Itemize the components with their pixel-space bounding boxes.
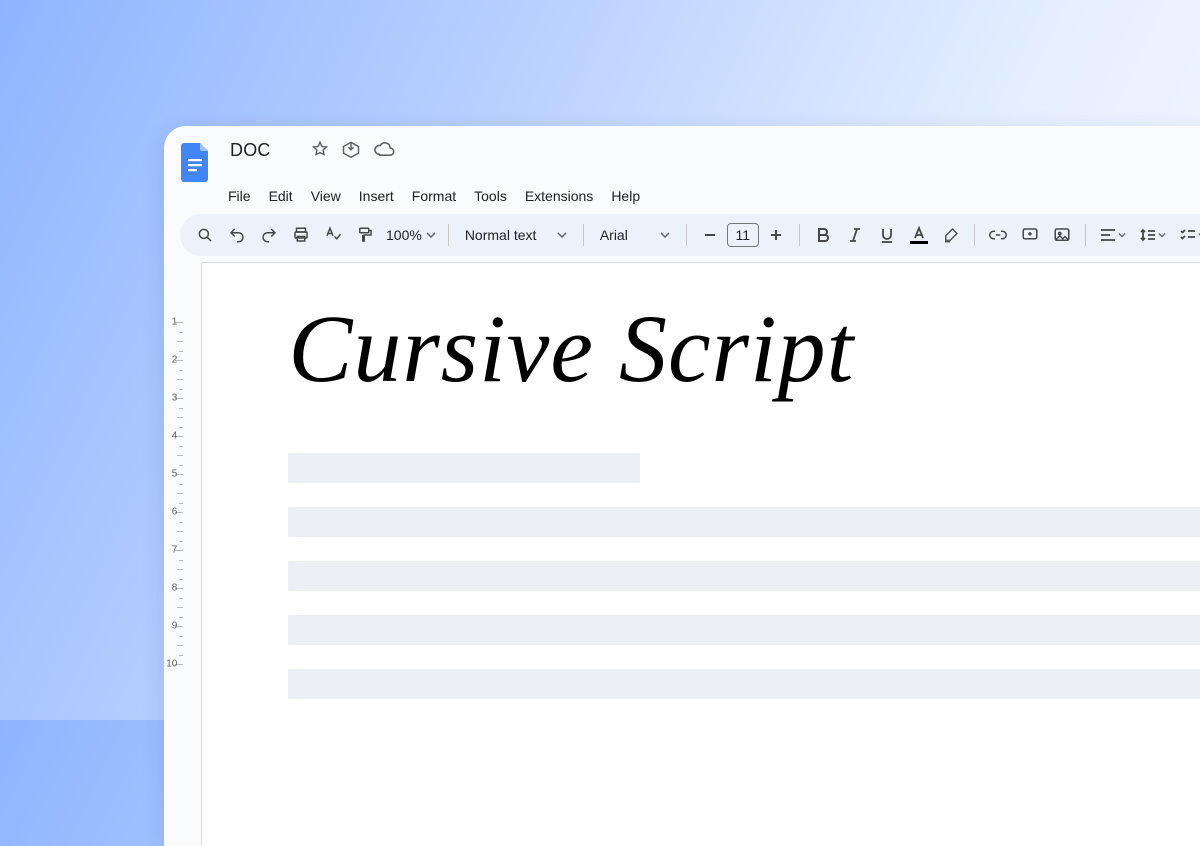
star-icon[interactable] [311, 140, 329, 158]
highlight-color-button[interactable] [936, 220, 966, 250]
toolbar-separator [799, 224, 800, 246]
placeholder-line [288, 507, 1200, 537]
line-spacing-button[interactable] [1134, 220, 1172, 250]
paragraph-style-value: Normal text [465, 227, 537, 243]
font-size-increase[interactable] [761, 220, 791, 250]
checklist-button[interactable] [1174, 220, 1200, 250]
insert-image-button[interactable] [1047, 220, 1077, 250]
add-comment-button[interactable] [1015, 220, 1045, 250]
paint-format-button[interactable] [350, 220, 380, 250]
font-family-value: Arial [600, 227, 628, 243]
menu-format[interactable]: Format [404, 184, 464, 208]
app-window: DOC File Edit View Insert Format Tools E… [164, 126, 1200, 846]
align-button[interactable] [1094, 220, 1132, 250]
text-color-button[interactable] [904, 220, 934, 250]
print-button[interactable] [286, 220, 316, 250]
docs-logo[interactable] [178, 138, 214, 186]
font-size-decrease[interactable] [695, 220, 725, 250]
placeholder-line [288, 453, 640, 483]
menu-view[interactable]: View [303, 184, 349, 208]
menu-insert[interactable]: Insert [351, 184, 402, 208]
placeholder-line [288, 615, 1200, 645]
zoom-value: 100% [386, 227, 422, 243]
spellcheck-button[interactable] [318, 220, 348, 250]
titlebar: DOC [164, 126, 1200, 186]
italic-button[interactable] [840, 220, 870, 250]
toolbar-wrap: 100% Normal text Arial 11 [164, 214, 1200, 256]
toolbar: 100% Normal text Arial 11 [180, 214, 1200, 256]
placeholder-line [288, 669, 1200, 699]
menubar: File Edit View Insert Format Tools Exten… [164, 184, 1200, 214]
paragraph-style-select[interactable]: Normal text [457, 227, 575, 243]
title-block: DOC [226, 138, 275, 163]
undo-button[interactable] [222, 220, 252, 250]
document-page[interactable]: Cursive Script [201, 262, 1200, 846]
vertical-ruler[interactable]: 12345678910 [164, 262, 183, 846]
title-icons [311, 140, 395, 158]
font-size-input[interactable]: 11 [727, 223, 759, 247]
menu-extensions[interactable]: Extensions [517, 184, 601, 208]
move-icon[interactable] [341, 140, 361, 158]
font-size-value: 11 [736, 227, 751, 243]
cloud-status-icon[interactable] [373, 141, 395, 157]
toolbar-separator [583, 224, 584, 246]
toolbar-separator [1085, 224, 1086, 246]
document-title[interactable]: DOC [226, 138, 275, 163]
menu-edit[interactable]: Edit [261, 184, 301, 208]
toolbar-separator [974, 224, 975, 246]
underline-button[interactable] [872, 220, 902, 250]
redo-button[interactable] [254, 220, 284, 250]
editor-area: 12345678910 Cursive Script [164, 262, 1200, 846]
font-family-select[interactable]: Arial [592, 227, 678, 243]
toolbar-separator [686, 224, 687, 246]
menu-help[interactable]: Help [603, 184, 648, 208]
insert-link-button[interactable] [983, 220, 1013, 250]
search-menus-button[interactable] [190, 220, 220, 250]
placeholder-line [288, 561, 1200, 591]
text-color-swatch [910, 241, 928, 244]
zoom-select[interactable]: 100% [382, 227, 440, 243]
toolbar-separator [448, 224, 449, 246]
document-headline[interactable]: Cursive Script [288, 301, 1200, 397]
menu-tools[interactable]: Tools [466, 184, 515, 208]
bold-button[interactable] [808, 220, 838, 250]
menu-file[interactable]: File [220, 184, 259, 208]
